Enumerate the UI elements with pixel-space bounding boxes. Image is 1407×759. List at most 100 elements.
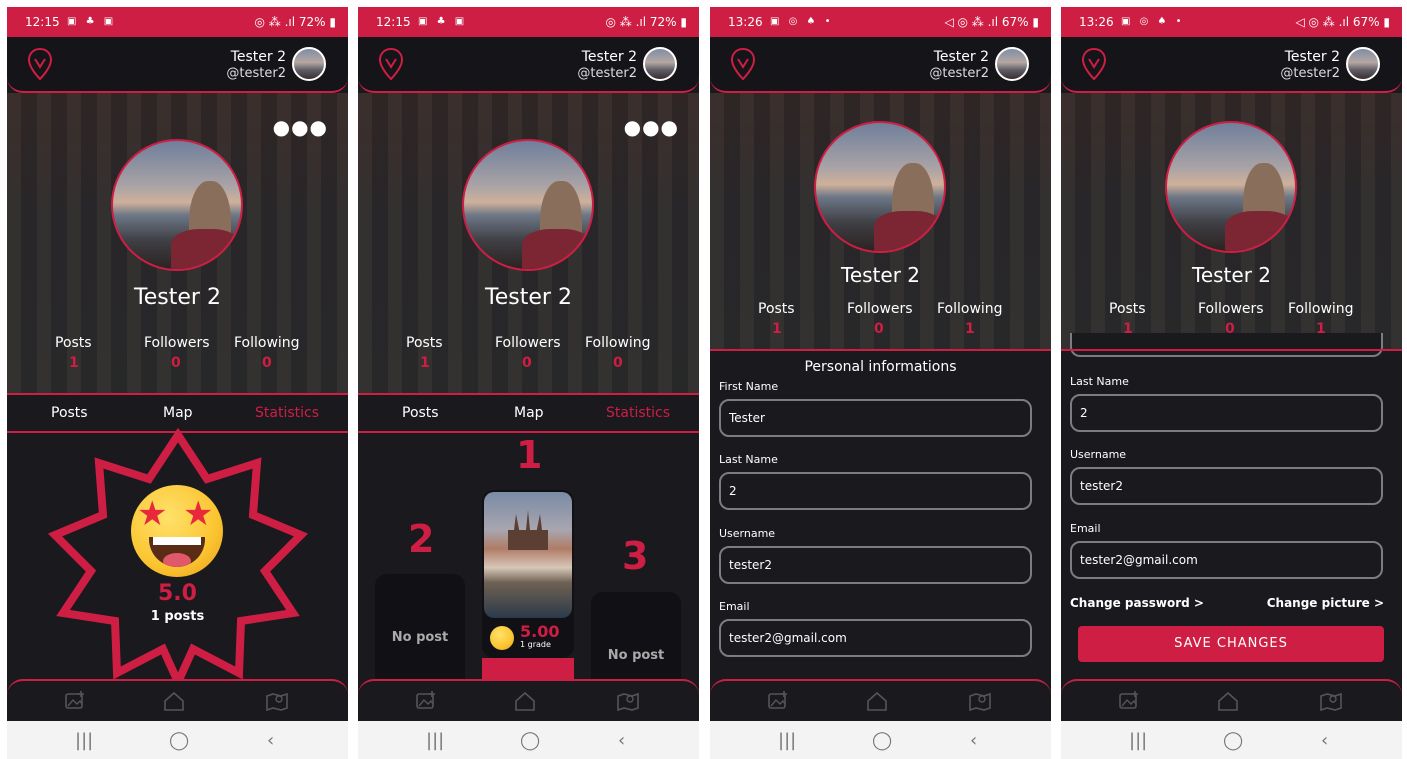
header-user-handle: @tester2	[226, 66, 286, 81]
stat-following-label[interactable]: Following	[234, 335, 300, 351]
tab-statistics[interactable]: Statistics	[606, 405, 670, 421]
last-name-field[interactable]: 2	[1070, 394, 1383, 432]
recent-apps-icon[interactable]: |||	[426, 730, 444, 751]
phone-screen-podium: 12:15 ▣ ♣ ▣ ◎ ⁂ .ıl 72% ▮ Tester 2 @test…	[358, 7, 699, 759]
notification-icons: ▣ ♣ ▣	[418, 16, 468, 27]
avatar[interactable]	[995, 47, 1029, 81]
stat-following-label[interactable]: Following	[1288, 301, 1354, 317]
avatar[interactable]	[1346, 47, 1380, 81]
status-right: ◎ ⁂ .ıl 72% ▮	[605, 15, 688, 29]
star-struck-emoji-icon	[490, 626, 514, 650]
username-field[interactable]: tester2	[1070, 467, 1383, 505]
battery-level: 72%	[649, 15, 677, 29]
back-icon[interactable]: ‹	[618, 730, 625, 751]
map-icon[interactable]	[968, 689, 992, 713]
header-user-name: Tester 2	[1284, 49, 1340, 65]
profile-name: Tester 2	[1192, 263, 1271, 287]
system-nav-bar: ||| ◯ ‹	[7, 721, 348, 759]
banner-divider	[710, 349, 1051, 351]
tab-statistics[interactable]: Statistics	[255, 405, 319, 421]
profile-avatar	[814, 121, 946, 253]
username-field[interactable]: tester2	[719, 546, 1032, 584]
home-circle-icon[interactable]: ◯	[872, 730, 892, 751]
avatar[interactable]	[292, 47, 326, 81]
email-field[interactable]: tester2@gmail.com	[1070, 541, 1383, 579]
post-photo[interactable]	[484, 492, 572, 618]
system-nav-bar: ||| ◯ ‹	[358, 721, 699, 759]
email-label: Email	[1070, 522, 1101, 535]
home-icon[interactable]	[1216, 689, 1240, 713]
rank-second: 2	[408, 517, 435, 561]
stat-followers-value: 0	[522, 355, 532, 371]
home-icon[interactable]	[162, 689, 186, 713]
location-pin-icon[interactable]	[378, 47, 404, 81]
recent-apps-icon[interactable]: |||	[1129, 730, 1147, 751]
add-photo-icon[interactable]	[766, 689, 790, 713]
bottom-nav	[7, 679, 348, 721]
first-name-label: First Name	[719, 380, 779, 393]
system-nav-bar: ||| ◯ ‹	[1061, 721, 1402, 759]
save-changes-button[interactable]: SAVE CHANGES	[1078, 626, 1384, 662]
phone-screen-edit-profile-scrolled: 13:26 ▣ ◎ ♠ • ◁ ◎ ⁂ .ıl 67% ▮ Tester 2 @…	[1061, 7, 1402, 759]
back-icon[interactable]: ‹	[970, 730, 977, 751]
stat-posts-label: Posts	[406, 335, 443, 351]
status-bar: 13:26 ▣ ◎ ♠ • ◁ ◎ ⁂ .ıl 67% ▮	[710, 7, 1051, 37]
recent-apps-icon[interactable]: |||	[778, 730, 796, 751]
phone-screen-edit-profile: 13:26 ▣ ◎ ♠ • ◁ ◎ ⁂ .ıl 67% ▮ Tester 2 @…	[710, 7, 1051, 759]
add-photo-icon[interactable]	[63, 689, 87, 713]
bottom-nav	[710, 679, 1051, 721]
stat-posts-label: Posts	[758, 301, 795, 317]
home-circle-icon[interactable]: ◯	[520, 730, 540, 751]
map-icon[interactable]	[616, 689, 640, 713]
stat-followers-label[interactable]: Followers	[1198, 301, 1264, 317]
map-icon[interactable]	[1319, 689, 1343, 713]
rank-third: 3	[622, 534, 649, 578]
more-dots-icon[interactable]: ●●●	[624, 115, 679, 139]
status-time: 12:15	[25, 15, 60, 29]
stat-following-label[interactable]: Following	[937, 301, 1003, 317]
map-icon[interactable]	[265, 689, 289, 713]
tab-posts[interactable]: Posts	[51, 405, 88, 421]
stat-followers-label[interactable]: Followers	[144, 335, 210, 351]
last-name-field[interactable]: 2	[719, 472, 1032, 510]
tab-map[interactable]: Map	[514, 405, 544, 421]
back-icon[interactable]: ‹	[1321, 730, 1328, 751]
change-picture-link[interactable]: Change picture >	[1267, 596, 1384, 610]
stat-followers-label[interactable]: Followers	[495, 335, 561, 351]
status-time: 12:15	[376, 15, 411, 29]
change-password-link[interactable]: Change password >	[1070, 596, 1204, 610]
location-pin-icon[interactable]	[730, 47, 756, 81]
tab-map[interactable]: Map	[163, 405, 193, 421]
podium-first-card[interactable]: 5.00 1 grade	[482, 490, 574, 658]
stat-followers-label[interactable]: Followers	[847, 301, 913, 317]
email-field[interactable]: tester2@gmail.com	[719, 619, 1032, 657]
location-pin-icon[interactable]	[1081, 47, 1107, 81]
first-name-field[interactable]: Tester	[719, 399, 1032, 437]
section-title: Personal informations	[804, 359, 957, 375]
stat-posts-value: 1	[420, 355, 430, 371]
back-icon[interactable]: ‹	[267, 730, 274, 751]
status-bar: 13:26 ▣ ◎ ♠ • ◁ ◎ ⁂ .ıl 67% ▮	[1061, 7, 1402, 37]
add-photo-icon[interactable]	[414, 689, 438, 713]
username-label: Username	[1070, 448, 1127, 461]
home-icon[interactable]	[865, 689, 889, 713]
stat-following-value: 0	[262, 355, 272, 371]
status-right: ◎ ⁂ .ıl 72% ▮	[254, 15, 337, 29]
status-right: ◁ ◎ ⁂ .ıl 67% ▮	[1295, 15, 1390, 29]
stat-following-value: 0	[613, 355, 623, 371]
profile-avatar	[1165, 121, 1297, 253]
location-pin-icon[interactable]	[27, 47, 53, 81]
add-photo-icon[interactable]	[1117, 689, 1141, 713]
home-circle-icon[interactable]: ◯	[169, 730, 189, 751]
first-grade-count: 1 grade	[520, 640, 551, 649]
recent-apps-icon[interactable]: |||	[75, 730, 93, 751]
stat-following-label[interactable]: Following	[585, 335, 651, 351]
home-icon[interactable]	[513, 689, 537, 713]
profile-name: Tester 2	[134, 285, 221, 310]
avatar[interactable]	[643, 47, 677, 81]
home-circle-icon[interactable]: ◯	[1223, 730, 1243, 751]
tab-posts[interactable]: Posts	[402, 405, 439, 421]
more-dots-icon[interactable]: ●●●	[273, 115, 328, 139]
username-label: Username	[719, 527, 776, 540]
phone-screen-statistics: 12:15 ▣ ♣ ▣ ◎ ⁂ .ıl 72% ▮ Tester 2 @test…	[7, 7, 348, 759]
